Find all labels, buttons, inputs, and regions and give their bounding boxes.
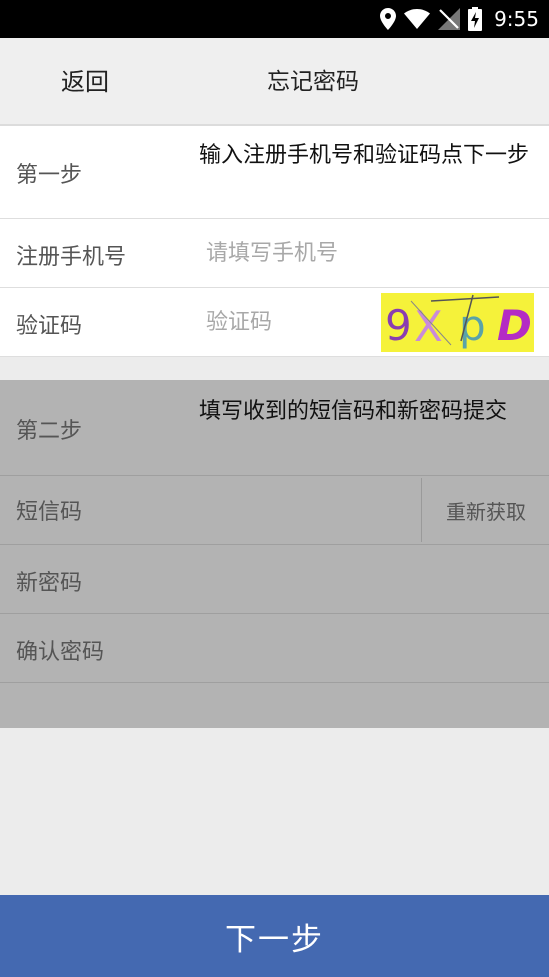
phone-label: 注册手机号 <box>16 245 127 270</box>
phone-row: 注册手机号 <box>0 219 549 288</box>
sms-row: 短信码 重新获取 <box>0 476 549 545</box>
status-bar: 9:55 <box>0 0 549 38</box>
confirm-password-label: 确认密码 <box>16 640 105 665</box>
status-icons: 9:55 <box>380 6 539 32</box>
step2-description: 填写收到的短信码和新密码提交 <box>199 399 508 424</box>
title-bar: 返回 忘记密码 <box>0 38 549 126</box>
resend-button[interactable]: 重新获取 <box>421 478 549 542</box>
step2-row: 第二步 填写收到的短信码和新密码提交 <box>0 380 549 476</box>
new-password-label: 新密码 <box>16 571 83 596</box>
new-password-row: 新密码 <box>0 545 549 614</box>
svg-text:9: 9 <box>385 301 412 350</box>
no-signal-icon <box>438 8 461 30</box>
captcha-label: 验证码 <box>16 314 83 339</box>
step1-row: 第一步 输入注册手机号和验证码点下一步 <box>0 126 549 219</box>
wifi-icon <box>404 9 431 29</box>
status-time: 9:55 <box>494 7 539 31</box>
step1-section: 第一步 输入注册手机号和验证码点下一步 注册手机号 验证码 9 X p D <box>0 126 549 357</box>
confirm-password-row: 确认密码 <box>0 614 549 683</box>
new-password-input[interactable] <box>120 557 430 601</box>
location-icon <box>380 8 397 30</box>
sms-code-input[interactable] <box>120 488 430 532</box>
page-title: 忘记密码 <box>267 69 359 95</box>
sms-label: 短信码 <box>16 500 83 525</box>
captcha-input[interactable] <box>196 300 386 344</box>
next-step-button[interactable]: 下一步 <box>0 895 549 977</box>
step1-description: 输入注册手机号和验证码点下一步 <box>199 143 530 168</box>
captcha-graphic: 9 X p D <box>381 293 534 352</box>
captcha-row: 验证码 9 X p D <box>0 288 549 357</box>
step2-label: 第二步 <box>16 419 83 444</box>
confirm-password-input[interactable] <box>120 626 430 670</box>
phone-input[interactable] <box>196 231 546 275</box>
captcha-image[interactable]: 9 X p D <box>381 293 534 352</box>
step1-label: 第一步 <box>16 163 83 188</box>
battery-charging-icon <box>468 7 483 31</box>
svg-text:p: p <box>459 301 486 350</box>
step2-section: 第二步 填写收到的短信码和新密码提交 短信码 重新获取 新密码 确认密码 <box>0 380 549 728</box>
svg-text:D: D <box>497 301 532 350</box>
